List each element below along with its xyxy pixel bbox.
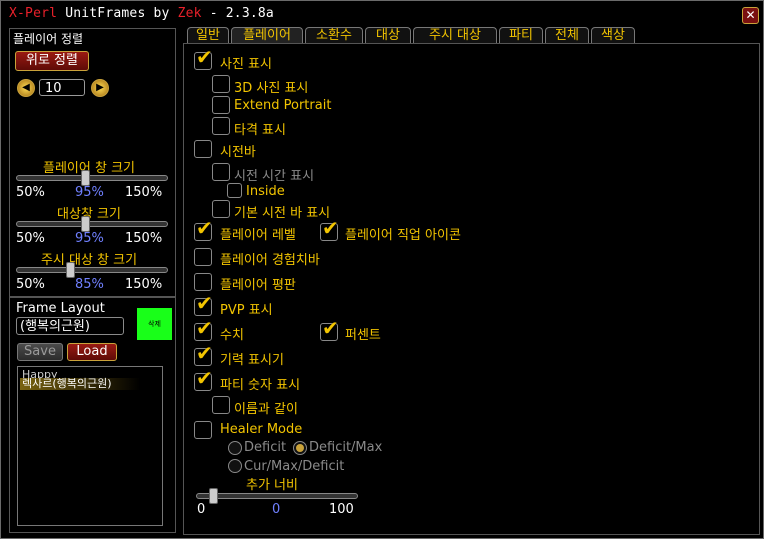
portrait-3d-checkbox[interactable]	[212, 75, 230, 93]
tab-general[interactable]: 일반	[187, 27, 229, 44]
pvp-label: PVP 표시	[220, 303, 273, 318]
spin-right-button[interactable]: ▶	[91, 79, 109, 97]
tab-player[interactable]: 플레이어	[231, 27, 303, 44]
close-button[interactable]: ✕	[742, 7, 759, 24]
cast-time-label: 시전 시간 표시	[234, 169, 315, 184]
slider-max: 150%	[125, 231, 163, 246]
delete-layout-button[interactable]: 삭제	[137, 308, 172, 340]
spin-left-button[interactable]: ◀	[17, 79, 35, 97]
tab-colors[interactable]: 색상	[591, 27, 635, 44]
slider-thumb[interactable]	[80, 216, 90, 232]
slider-thumb[interactable]	[65, 262, 75, 278]
focus-size-slider[interactable]	[16, 262, 168, 278]
hit-indicator-checkbox[interactable]	[212, 117, 230, 135]
layout-name-input[interactable]: (행복의근원)	[16, 317, 124, 335]
sort-up-button[interactable]: 위로 정렬	[15, 51, 89, 71]
window-title: X-Perl UnitFrames by Zek - 2.3.8a	[9, 6, 274, 21]
slider-min: 0	[197, 502, 206, 517]
slider-value: 85%	[75, 277, 104, 292]
party-number-label: 파티 숫자 표시	[220, 378, 301, 393]
pvp-checkbox[interactable]	[194, 291, 213, 316]
slider-value: 95%	[75, 231, 104, 246]
deficit-max-label: Deficit/Max	[309, 440, 383, 455]
inside-label: Inside	[246, 184, 285, 199]
spin-value-input[interactable]: 10	[39, 79, 85, 96]
xp-bar-checkbox[interactable]	[194, 248, 212, 266]
extend-portrait-label: Extend Portrait	[234, 98, 332, 113]
slider-min: 50%	[16, 231, 45, 246]
portrait-label: 사진 표시	[220, 57, 272, 72]
healer-mode-label: Healer Mode	[220, 422, 303, 437]
player-level-label: 플레이어 레벨	[220, 228, 296, 243]
deficit-label: Deficit	[244, 440, 287, 455]
with-name-label: 이름과 같이	[234, 402, 298, 417]
xp-bar-label: 플레이어 경험치바	[220, 253, 320, 268]
title-version: - 2.3.8a	[209, 6, 274, 21]
castbar-checkbox[interactable]	[194, 140, 212, 158]
with-name-checkbox[interactable]	[212, 396, 230, 414]
tab-target[interactable]: 대상	[365, 27, 411, 44]
frame-layout-title: Frame Layout	[16, 301, 105, 316]
player-size-slider[interactable]	[16, 170, 168, 186]
tab-focus[interactable]: 주시 대상	[413, 27, 497, 44]
list-item[interactable]: 렉사르(행복의근원)	[20, 378, 140, 390]
slider-min: 50%	[16, 185, 45, 200]
deficit-radio[interactable]	[228, 441, 242, 455]
inside-checkbox[interactable]	[227, 183, 242, 198]
healer-mode-checkbox[interactable]	[194, 421, 212, 439]
values-label: 수치	[220, 328, 244, 343]
extend-portrait-checkbox[interactable]	[212, 96, 230, 114]
title-unitframes: UnitFrames by	[65, 6, 170, 21]
cur-max-deficit-radio[interactable]	[228, 459, 242, 473]
class-icon-checkbox[interactable]	[320, 216, 339, 241]
close-icon: ✕	[745, 8, 756, 22]
layout-list[interactable]: Happy 렉사르(행복의근원)	[17, 366, 163, 526]
default-castbar-label: 기본 시전 바 표시	[234, 206, 331, 221]
options-window: X-Perl UnitFrames by Zek - 2.3.8a ✕ 플레이어…	[0, 0, 764, 539]
sort-label: 플레이어 정렬	[13, 32, 84, 46]
slider-thumb[interactable]	[80, 170, 90, 186]
slider-max: 100	[329, 502, 354, 517]
reputation-label: 플레이어 평판	[220, 278, 296, 293]
slider-thumb[interactable]	[209, 488, 218, 504]
player-level-checkbox[interactable]	[194, 216, 213, 241]
values-checkbox[interactable]	[194, 316, 213, 341]
energy-ticker-label: 기력 표시기	[220, 353, 284, 368]
deficit-max-radio[interactable]	[293, 441, 307, 455]
portrait-3d-label: 3D 사진 표시	[234, 81, 309, 96]
party-number-checkbox[interactable]	[194, 366, 213, 391]
portrait-checkbox[interactable]	[194, 45, 213, 70]
default-castbar-checkbox[interactable]	[212, 200, 230, 218]
slider-value: 95%	[75, 185, 104, 200]
hit-indicator-label: 타격 표시	[234, 123, 286, 138]
arrow-right-icon: ▶	[96, 82, 104, 93]
castbar-label: 시전바	[220, 145, 256, 160]
slider-max: 150%	[125, 185, 163, 200]
focus-size-label: 주시 대상 창 크기	[40, 253, 138, 268]
class-icon-label: 플레이어 직업 아이콘	[345, 228, 461, 243]
extra-width-slider[interactable]	[196, 488, 358, 504]
title-author: Zek	[177, 6, 202, 21]
percent-checkbox[interactable]	[320, 316, 339, 341]
slider-min: 50%	[16, 277, 45, 292]
slider-value: 0	[272, 502, 281, 517]
percent-label: 퍼센트	[345, 328, 381, 343]
arrow-left-icon: ◀	[22, 82, 30, 93]
tab-party[interactable]: 파티	[499, 27, 543, 44]
tab-all[interactable]: 전체	[545, 27, 589, 44]
tab-pet[interactable]: 소환수	[305, 27, 363, 44]
save-button[interactable]: Save	[17, 343, 63, 361]
target-size-slider[interactable]	[16, 216, 168, 232]
cast-time-checkbox[interactable]	[212, 163, 230, 181]
extra-width-label: 추가 너비	[246, 478, 298, 493]
energy-ticker-checkbox[interactable]	[194, 341, 213, 366]
reputation-checkbox[interactable]	[194, 273, 212, 291]
title-xperl: X-Perl	[9, 6, 58, 21]
slider-max: 150%	[125, 277, 163, 292]
cur-max-deficit-label: Cur/Max/Deficit	[244, 459, 345, 474]
load-button[interactable]: Load	[67, 343, 117, 361]
